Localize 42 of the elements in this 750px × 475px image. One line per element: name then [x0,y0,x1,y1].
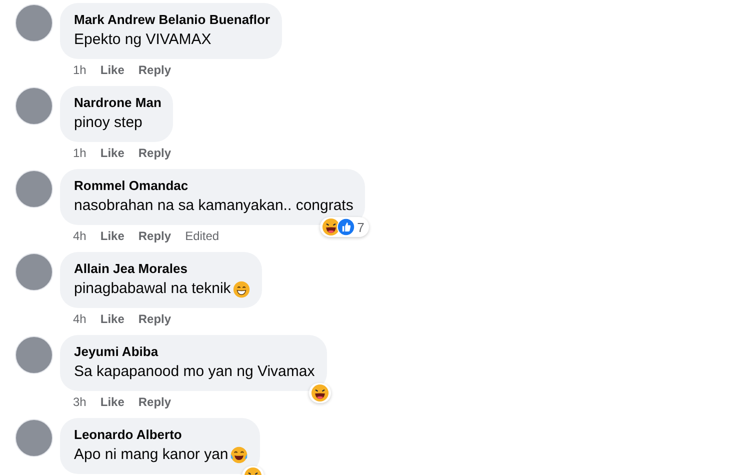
reply-link[interactable]: Reply [138,145,172,161]
comment-time[interactable]: 1h [73,62,86,78]
like-link[interactable]: Like [100,62,124,78]
crying-laughing-emoji-icon [230,446,248,464]
comment-time[interactable]: 4h [73,311,86,327]
avatar-photo-placeholder[interactable] [15,419,53,457]
reply-link[interactable]: Reply [138,228,172,244]
laughing-emoji-icon [322,218,340,236]
like-link[interactable]: Like [100,145,124,161]
like-link[interactable]: Like [100,394,124,410]
thumbs-up-icon [337,218,356,236]
comment-text: Sa kapapanood mo yan ng Vivamax [74,362,315,382]
reaction-summary[interactable]: 7 [320,217,370,237]
author-name[interactable]: Leonardo Alberto [74,426,248,443]
avatar-photo-placeholder[interactable] [15,4,53,42]
author-name[interactable]: Nardrone Man [74,94,162,111]
like-link[interactable]: Like [100,228,124,244]
reply-link[interactable]: Reply [138,62,172,78]
author-name[interactable]: Rommel Omandac [74,177,354,194]
comment-text: nasobrahan na sa kamanyakan.. congrats [74,196,354,216]
reply-link[interactable]: Reply [138,311,172,327]
reaction-count: 7 [356,220,366,234]
laughing-emoji-icon [310,384,329,402]
avatar-photo-placeholder[interactable] [15,253,53,291]
like-link[interactable]: Like [100,311,124,327]
smiling-emoji-icon [232,280,250,298]
author-name[interactable]: Allain Jea Morales [74,260,250,277]
avatar-photo-placeholder[interactable] [15,87,53,125]
comment-time[interactable]: 1h [73,145,86,161]
comment-text: pinoy step [74,113,142,133]
comment-time[interactable]: 4h [73,228,86,244]
author-name[interactable]: Jeyumi Abiba [74,343,315,360]
comment-text: Apo ni mang kanor yan [74,445,228,465]
avatar-photo-placeholder[interactable] [15,170,53,208]
comment-text: Epekto ng VIVAMAX [74,30,212,50]
edited-label: Edited [185,228,220,244]
comment-text: pinagbabawal na teknik [74,279,231,299]
comment-time[interactable]: 3h [73,394,86,410]
reply-link[interactable]: Reply [138,394,172,410]
reaction-summary[interactable] [308,383,331,403]
avatar-photo-placeholder[interactable] [15,336,53,374]
author-name[interactable]: Mark Andrew Belanio Buenaflor [74,11,270,28]
